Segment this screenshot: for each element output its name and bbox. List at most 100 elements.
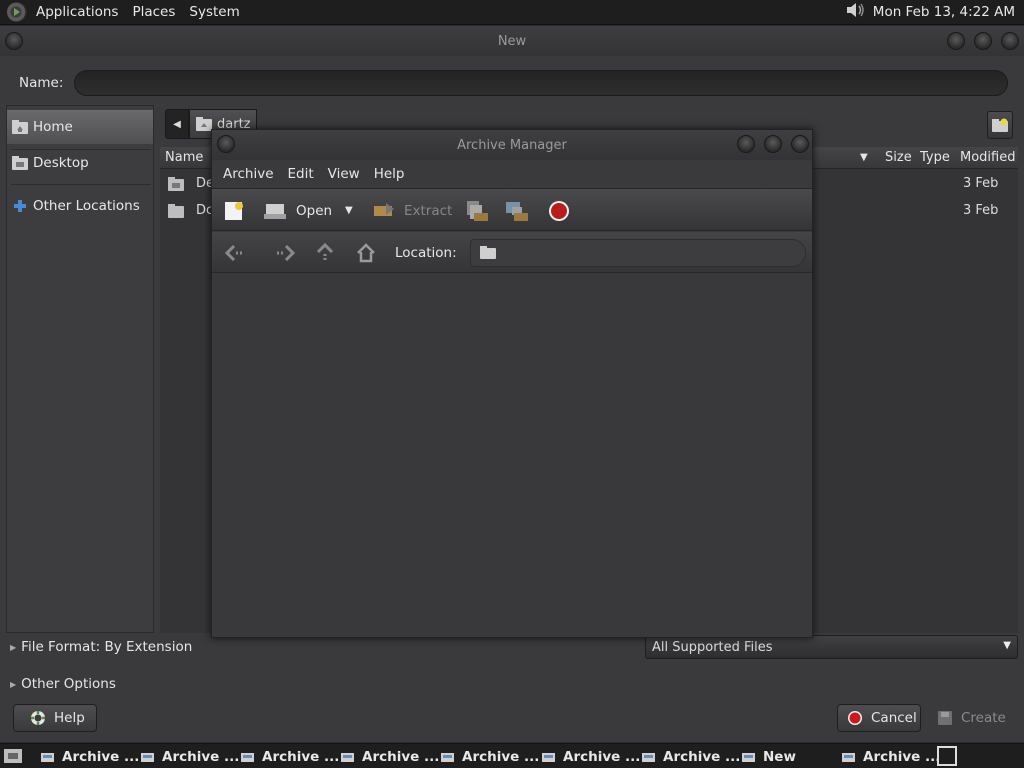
- top-menu: Applications Places System: [0, 0, 247, 24]
- arrow-up-icon: [316, 242, 334, 261]
- taskbar-item-label: Archive ...: [863, 748, 941, 765]
- location-input[interactable]: [470, 239, 806, 267]
- help-button[interactable]: Help: [13, 704, 97, 732]
- open-archive-icon: [264, 203, 286, 219]
- new-folder-button[interactable]: [987, 111, 1013, 139]
- menu-applications[interactable]: Applications: [29, 4, 125, 20]
- arrow-right-icon: [277, 244, 296, 261]
- cancel-icon: [848, 711, 862, 725]
- up-button[interactable]: [316, 232, 334, 273]
- taskbar-item[interactable]: Archive ...: [541, 745, 640, 768]
- add-files-button[interactable]: [464, 189, 490, 232]
- forward-button[interactable]: [274, 232, 296, 273]
- window-menu-button[interactable]: [217, 135, 235, 153]
- minimize-button[interactable]: [947, 32, 965, 50]
- cancel-button[interactable]: Cancel: [837, 704, 921, 732]
- volume-icon[interactable]: [845, 0, 867, 24]
- column-header-type[interactable]: Type: [920, 150, 950, 165]
- archive-manager-location-bar: Location:: [212, 232, 812, 273]
- menu-places[interactable]: Places: [125, 4, 182, 20]
- bottom-taskbar: Archive ... Archive ... Archive ... Arch…: [0, 743, 1024, 768]
- add-folder-button[interactable]: [504, 189, 530, 232]
- taskbar-item-label: Archive ...: [462, 748, 540, 765]
- file-format-label: File Format: By Extension: [21, 639, 193, 655]
- archive-manager-icon: [542, 752, 555, 762]
- file-modified: 3 Feb: [963, 203, 999, 218]
- column-header-modified[interactable]: Modified: [960, 150, 1015, 165]
- menu-help[interactable]: Help: [367, 166, 412, 182]
- taskbar-item-label: Archive ...: [62, 748, 140, 765]
- menu-edit[interactable]: Edit: [281, 166, 321, 182]
- close-button[interactable]: [791, 135, 809, 153]
- create-label: Create: [961, 710, 1006, 726]
- back-button[interactable]: [224, 232, 246, 273]
- sidebar-item-label: Home: [33, 119, 73, 135]
- dialog-titlebar[interactable]: New: [0, 26, 1024, 56]
- window-menu-button[interactable]: [5, 32, 23, 50]
- extract-button[interactable]: Extract: [372, 189, 452, 232]
- menu-view[interactable]: View: [321, 166, 367, 182]
- other-options-expander[interactable]: ▶ Other Options: [10, 676, 116, 692]
- minimize-button[interactable]: [737, 135, 755, 153]
- sidebar-item-other-locations[interactable]: Other Locations: [7, 189, 153, 223]
- folder-icon: [480, 246, 496, 259]
- open-recent-dropdown[interactable]: ▼: [345, 189, 353, 232]
- close-button[interactable]: [1001, 32, 1019, 50]
- location-label: Location:: [395, 244, 457, 261]
- new-archive-button[interactable]: [223, 189, 245, 232]
- archive-manager-toolbar: Open ▼ Extract: [212, 188, 812, 231]
- taskbar-item[interactable]: Archive ...: [841, 745, 940, 768]
- home-button[interactable]: [356, 232, 376, 273]
- archive-manager-icon: [41, 752, 54, 762]
- distro-logo-icon[interactable]: [7, 2, 27, 22]
- archive-manager-menubar: Archive Edit View Help: [212, 160, 812, 188]
- menu-archive[interactable]: Archive: [216, 166, 281, 182]
- open-button[interactable]: Open: [264, 189, 332, 232]
- column-header-size[interactable]: Size: [885, 150, 912, 165]
- sidebar-item-desktop[interactable]: Desktop: [7, 146, 153, 180]
- name-input[interactable]: [74, 70, 1008, 96]
- taskbar-item[interactable]: Archive ...: [240, 745, 339, 768]
- menu-system[interactable]: System: [182, 4, 246, 20]
- clock[interactable]: Mon Feb 13, 4:22 AM: [873, 4, 1015, 20]
- extract-label: Extract: [404, 202, 453, 219]
- file-format-expander[interactable]: ▶ File Format: By Extension: [10, 639, 192, 655]
- taskbar-item[interactable]: Archive ...: [641, 745, 740, 768]
- arrow-left-icon: [224, 244, 243, 261]
- name-label: Name:: [19, 75, 64, 91]
- taskbar-item-label: Archive ...: [262, 748, 340, 765]
- archive-manager-icon: [241, 752, 254, 762]
- taskbar-item-label: Archive ...: [162, 748, 240, 765]
- separator: [11, 184, 151, 185]
- new-folder-icon: [992, 118, 1008, 132]
- plus-icon: [14, 200, 26, 212]
- create-button[interactable]: Create: [928, 704, 1012, 732]
- maximize-button[interactable]: [764, 135, 782, 153]
- archive-manager-titlebar[interactable]: Archive Manager: [212, 130, 812, 160]
- maximize-button[interactable]: [974, 32, 992, 50]
- file-filter-combo[interactable]: All Supported Files ▼: [645, 635, 1018, 659]
- archive-manager-icon: [441, 752, 454, 762]
- stop-button[interactable]: [548, 189, 570, 232]
- name-row: Name:: [0, 66, 1024, 100]
- archive-content-area[interactable]: [212, 273, 812, 637]
- taskbar-item[interactable]: New: [741, 745, 796, 768]
- taskbar-item[interactable]: Archive ...: [440, 745, 539, 768]
- top-panel-right: Mon Feb 13, 4:22 AM: [845, 0, 1024, 24]
- open-label: Open: [296, 202, 333, 219]
- taskbar-item[interactable]: Archive ...: [40, 745, 139, 768]
- workspace-switcher[interactable]: [937, 746, 957, 766]
- expander-arrow-icon: ▶: [10, 679, 17, 689]
- taskbar-item[interactable]: Archive ...: [340, 745, 439, 768]
- cancel-label: Cancel: [871, 710, 917, 726]
- taskbar-item[interactable]: Archive ...: [140, 745, 239, 768]
- archive-manager-icon: [141, 752, 154, 762]
- sidebar-item-home[interactable]: Home: [7, 110, 153, 144]
- path-back-button[interactable]: ◀: [165, 109, 189, 139]
- column-header-name[interactable]: Name: [165, 150, 203, 165]
- places-sidebar: Home Desktop Other Locations: [6, 105, 154, 633]
- sort-arrow-icon[interactable]: ▼: [860, 152, 868, 163]
- expander-arrow-icon: ▶: [10, 642, 17, 652]
- taskbar-item-label: New: [763, 748, 796, 765]
- show-desktop-icon[interactable]: [3, 747, 23, 768]
